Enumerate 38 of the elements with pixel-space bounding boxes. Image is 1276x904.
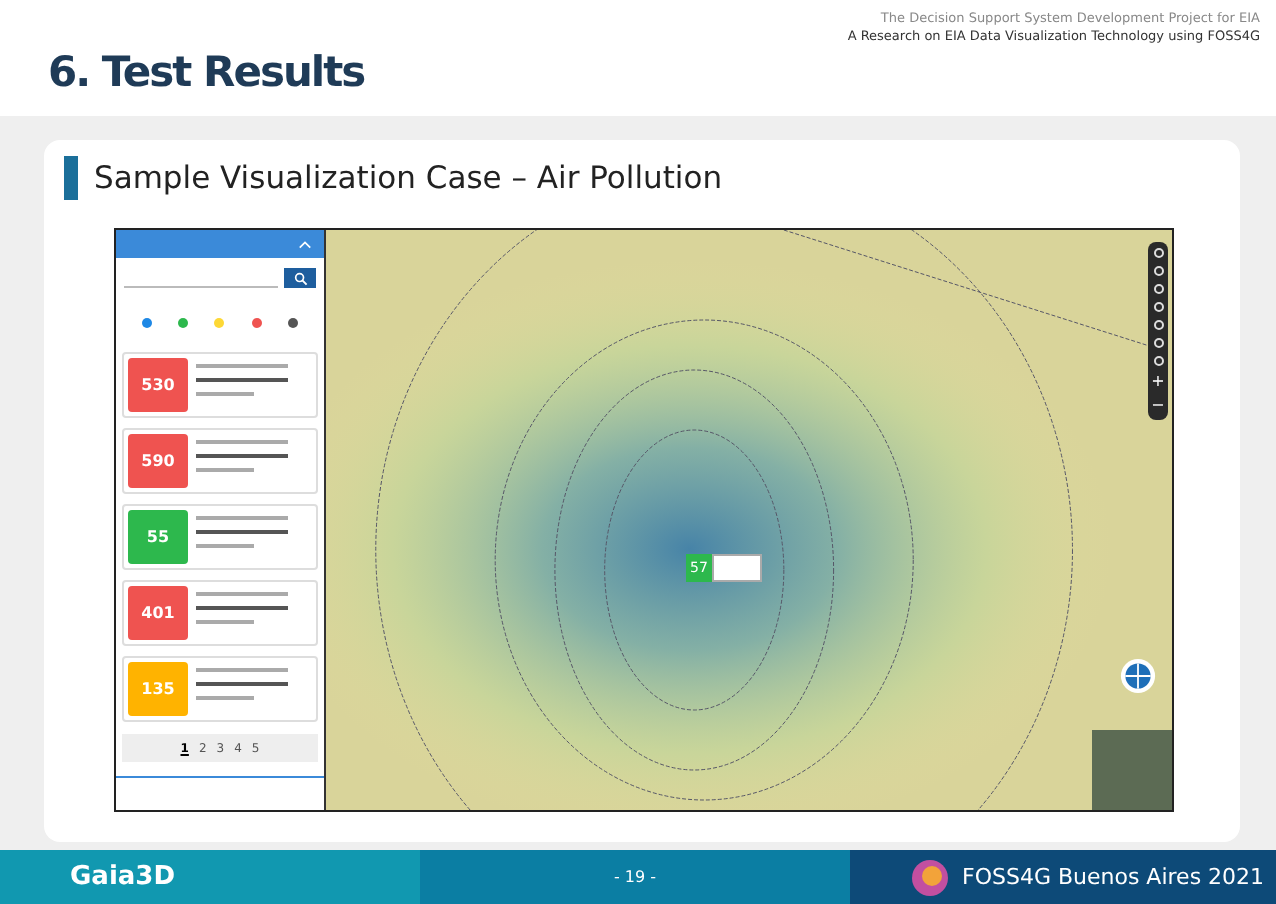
marker-popup xyxy=(711,554,762,582)
section-title: Sample Visualization Case – Air Pollution xyxy=(94,160,723,196)
station-card[interactable]: 401 xyxy=(122,580,318,646)
value-badge: 135 xyxy=(128,662,188,716)
value-badge: 55 xyxy=(128,510,188,564)
text-line xyxy=(196,696,254,700)
search-button[interactable] xyxy=(284,268,316,288)
zoom-out-button[interactable]: − xyxy=(1151,398,1165,414)
text-line xyxy=(196,378,289,382)
station-card[interactable]: 590 xyxy=(122,428,318,494)
text-line xyxy=(196,392,254,396)
text-line xyxy=(196,530,289,534)
station-card[interactable]: 530 xyxy=(122,352,318,418)
value-badge: 401 xyxy=(128,586,188,640)
text-line xyxy=(196,364,289,368)
text-line xyxy=(196,682,289,686)
crosshair-icon[interactable] xyxy=(1120,658,1156,694)
value-badge: 590 xyxy=(128,434,188,488)
text-line xyxy=(196,544,254,548)
zoom-in-button[interactable]: + xyxy=(1151,374,1165,390)
page-number: - 19 - xyxy=(613,868,657,886)
accent-bar xyxy=(64,156,78,200)
logo-text: Gaia3D xyxy=(70,862,176,892)
text-line xyxy=(196,620,254,624)
value-badge: 530 xyxy=(128,358,188,412)
text-line xyxy=(196,440,289,444)
event-name: FOSS4G Buenos Aires 2021 xyxy=(962,864,1265,890)
search-icon xyxy=(293,271,307,285)
text-line xyxy=(196,516,289,520)
minimap-placeholder xyxy=(1092,730,1172,810)
globe-logo-icon xyxy=(910,857,950,897)
text-line xyxy=(196,606,289,610)
text-line xyxy=(196,454,289,458)
caret-icon[interactable] xyxy=(298,239,312,249)
text-line xyxy=(196,592,289,596)
text-line xyxy=(196,468,254,472)
slide-title: 6. Test Results xyxy=(48,48,365,96)
text-line xyxy=(196,668,289,672)
